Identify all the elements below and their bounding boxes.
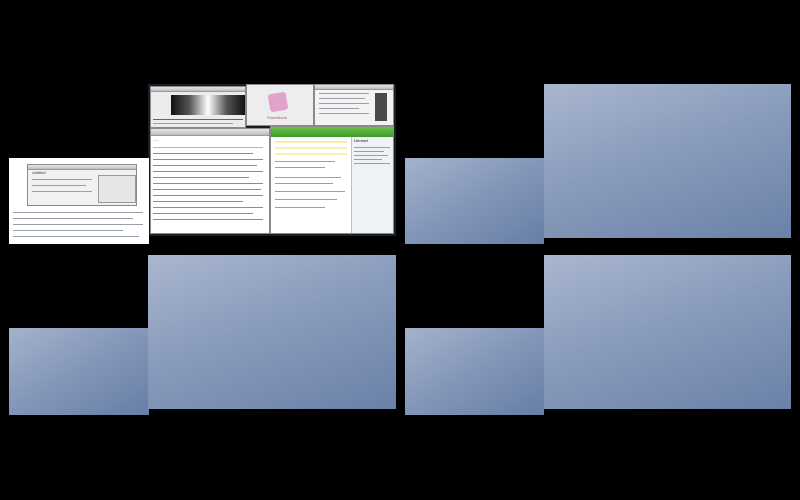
space-1-main[interactable]: FlashMode ····· Unread bbox=[148, 84, 396, 236]
settings-row bbox=[319, 98, 365, 99]
space-3-secondary[interactable] bbox=[9, 328, 149, 415]
browser-left-row bbox=[153, 189, 261, 190]
content-row bbox=[275, 161, 335, 162]
doc-row bbox=[13, 224, 143, 225]
finder-row bbox=[32, 191, 92, 192]
content-row bbox=[275, 199, 337, 200]
space-2-main[interactable] bbox=[544, 84, 791, 238]
browser-left-row bbox=[153, 153, 253, 154]
flash-app-icon bbox=[267, 91, 289, 113]
content-row bbox=[275, 207, 325, 208]
space-4-main[interactable] bbox=[544, 255, 791, 409]
browser-left-row bbox=[153, 219, 263, 220]
settings-list-window[interactable] bbox=[314, 84, 394, 126]
finder-row bbox=[32, 185, 86, 186]
browser-left-row bbox=[153, 147, 263, 148]
settings-row bbox=[319, 113, 369, 114]
doc-row bbox=[13, 218, 133, 219]
browser-left-row bbox=[153, 171, 263, 172]
browser-window-left[interactable]: ····· bbox=[150, 128, 270, 234]
content-row bbox=[275, 177, 341, 178]
video-info-line bbox=[153, 123, 233, 124]
settings-row bbox=[319, 103, 369, 104]
browser-left-row bbox=[153, 165, 257, 166]
doc-row bbox=[13, 230, 123, 231]
finder-dialog-title: Untitled bbox=[32, 170, 46, 175]
finder-dialog[interactable]: Untitled bbox=[27, 164, 137, 206]
video-controls-bar bbox=[153, 119, 243, 120]
space-4-secondary[interactable] bbox=[405, 328, 544, 415]
video-window-titlebar[interactable] bbox=[151, 87, 245, 92]
content-row bbox=[275, 167, 325, 168]
content-row bbox=[275, 183, 333, 184]
finder-preview bbox=[98, 175, 136, 203]
space-1-secondary[interactable]: Untitled bbox=[9, 158, 149, 244]
browser-right-green-header bbox=[271, 127, 393, 137]
browser-left-row bbox=[153, 207, 263, 208]
browser-window-right[interactable]: Unread bbox=[270, 126, 394, 234]
side-panel-row bbox=[354, 163, 390, 164]
doc-row bbox=[13, 212, 143, 213]
video-player-window[interactable] bbox=[150, 86, 246, 128]
side-panel-row bbox=[354, 151, 384, 152]
browser-left-row bbox=[153, 201, 243, 202]
flash-app-label: FlashMode bbox=[267, 115, 287, 120]
settings-row bbox=[319, 93, 369, 94]
highlight-row bbox=[275, 147, 347, 149]
browser-left-header: ····· bbox=[153, 138, 160, 143]
content-row bbox=[275, 191, 345, 192]
browser-left-row bbox=[153, 213, 253, 214]
browser-left-row bbox=[153, 183, 263, 184]
settings-row bbox=[319, 108, 359, 109]
highlight-row bbox=[275, 141, 347, 143]
doc-row bbox=[13, 236, 139, 237]
settings-window-titlebar[interactable] bbox=[315, 85, 393, 90]
highlight-row bbox=[275, 153, 347, 155]
video-frame bbox=[171, 95, 245, 115]
side-panel-row bbox=[354, 147, 390, 148]
browser-left-row bbox=[153, 159, 263, 160]
browser-left-row bbox=[153, 195, 263, 196]
side-panel-row bbox=[354, 159, 382, 160]
settings-icon-column bbox=[375, 93, 387, 121]
side-panel-row bbox=[354, 155, 388, 156]
side-panel-title: Unread bbox=[354, 138, 368, 143]
finder-row bbox=[32, 179, 92, 180]
browser-left-row bbox=[153, 177, 249, 178]
side-panel: Unread bbox=[351, 137, 393, 233]
space-3-main[interactable] bbox=[148, 255, 396, 409]
flash-app-window[interactable]: FlashMode bbox=[246, 84, 314, 126]
browser-left-titlebar[interactable] bbox=[151, 129, 269, 136]
space-2-secondary[interactable] bbox=[405, 158, 544, 244]
